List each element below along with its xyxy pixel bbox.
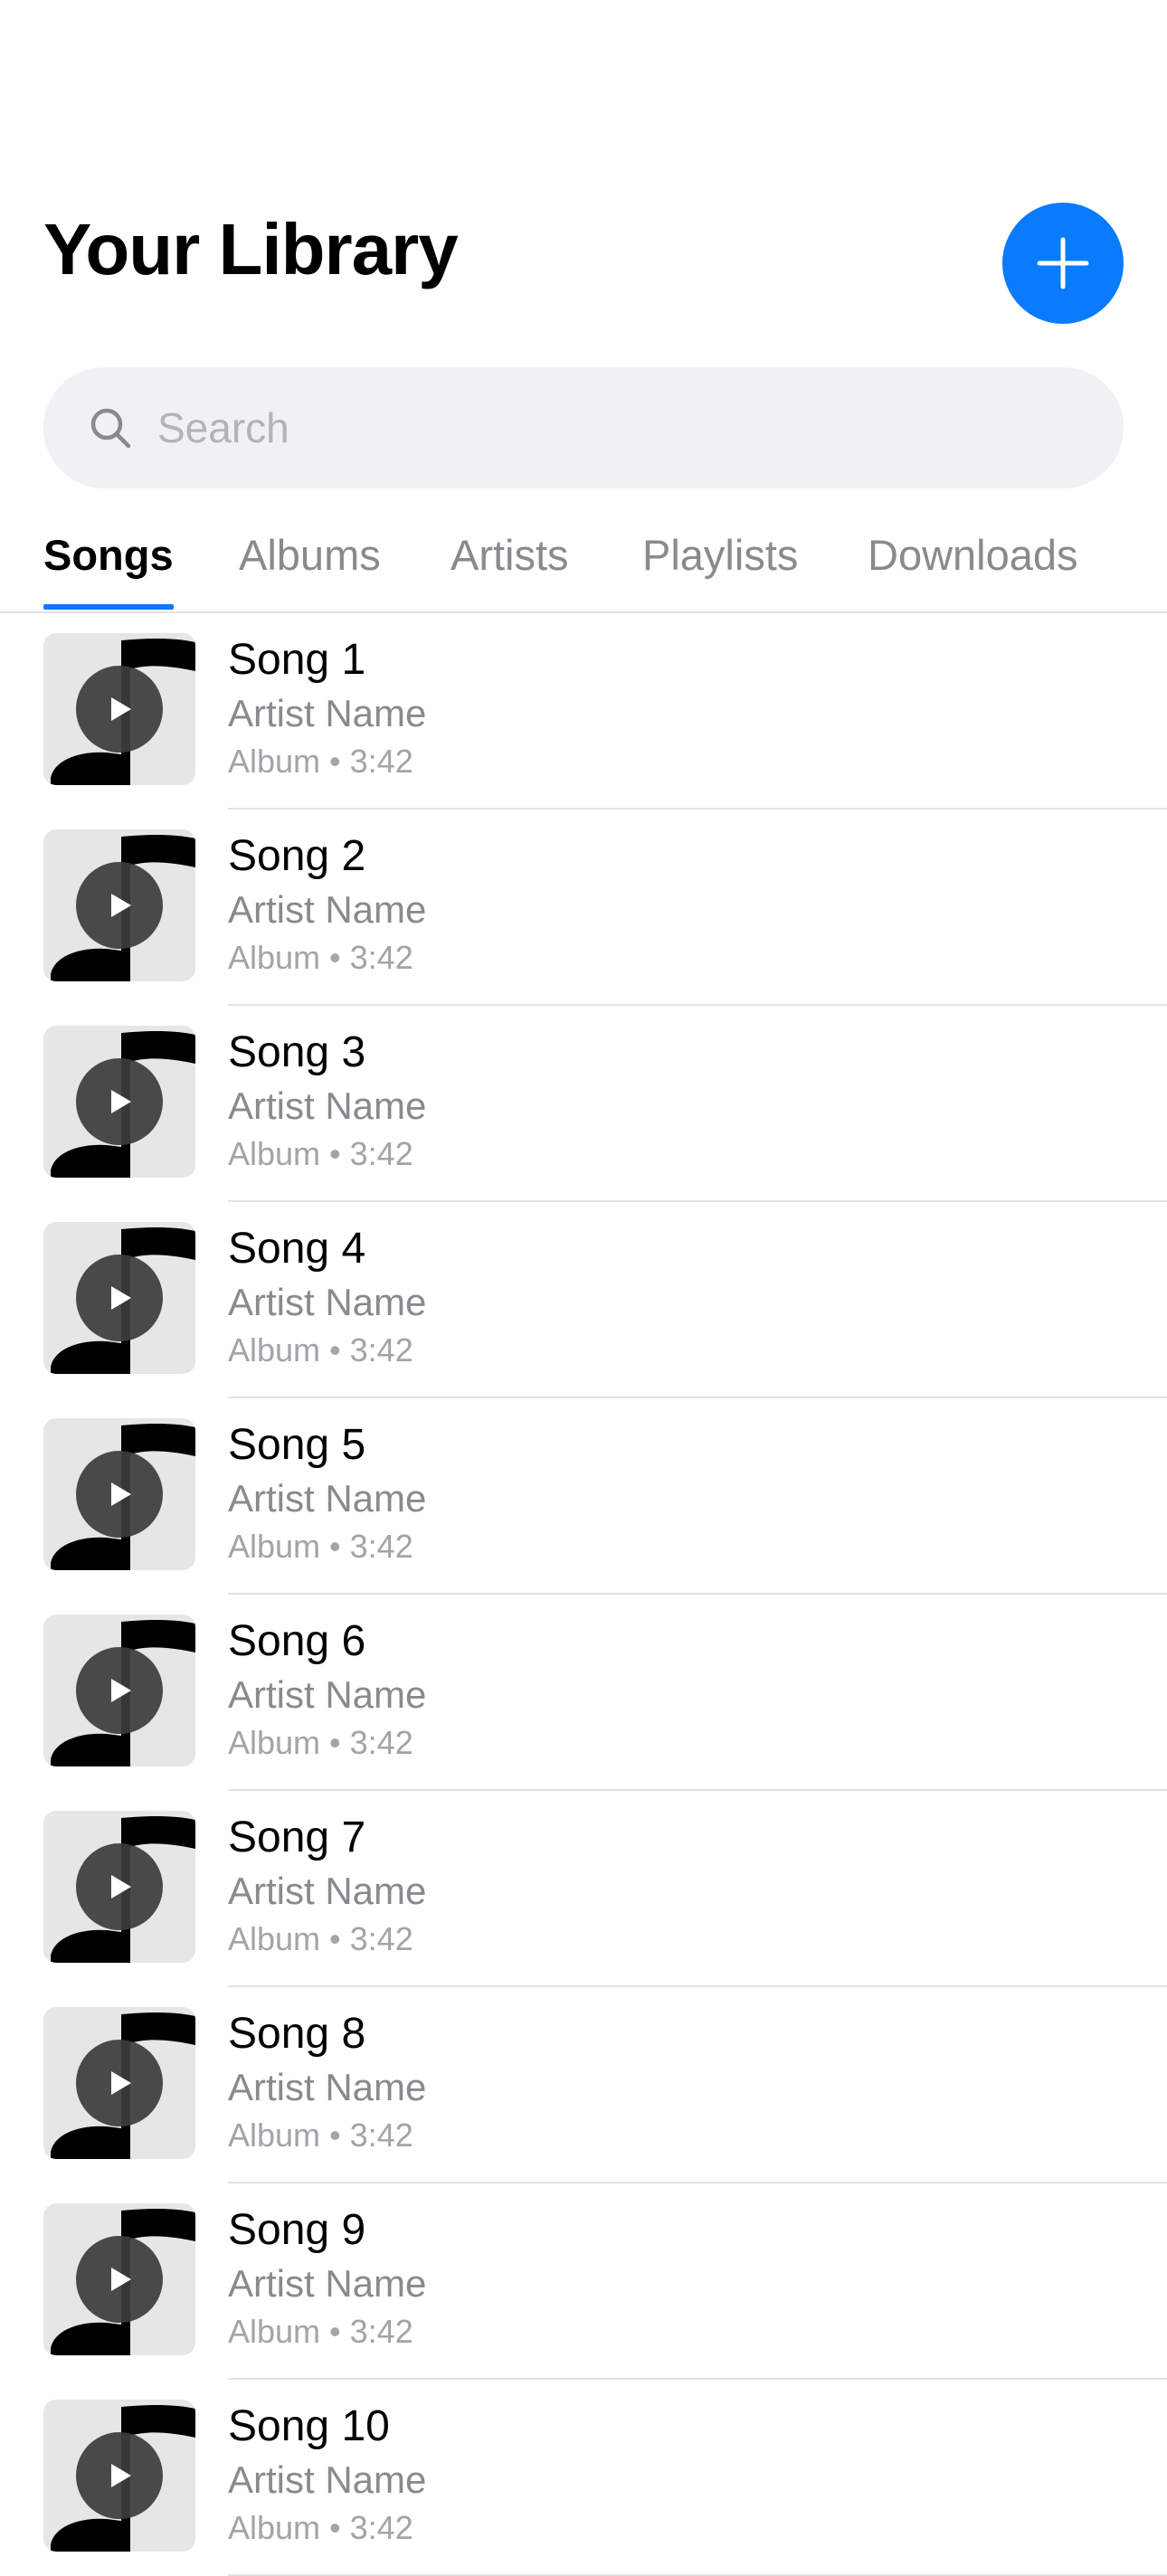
- song-title: Song 7: [228, 1814, 366, 1861]
- play-icon: [111, 1482, 131, 1506]
- song-title: Song 9: [228, 2206, 366, 2254]
- song-row[interactable]: Song 10 Artist Name Album • 3:42: [0, 2380, 1167, 2576]
- play-icon: [111, 894, 131, 917]
- play-icon: [111, 1875, 131, 1899]
- song-row[interactable]: Song 3 Artist Name Album • 3:42: [0, 1006, 1167, 1202]
- active-tab-indicator: [43, 604, 174, 610]
- song-meta: Album • 3:42: [228, 2313, 413, 2350]
- song-title: Song 5: [228, 1421, 366, 1469]
- song-artist: Artist Name: [228, 1281, 427, 1323]
- song-row[interactable]: Song 9 Artist Name Album • 3:42: [0, 2183, 1167, 2380]
- library-header: Your Library: [0, 0, 1167, 362]
- album-artwork: [43, 1418, 195, 1570]
- song-artist: Artist Name: [228, 2262, 427, 2305]
- song-meta: Album • 3:42: [228, 1920, 413, 1957]
- song-row[interactable]: Song 2 Artist Name Album • 3:42: [0, 810, 1167, 1006]
- song-title: Song 4: [228, 1225, 366, 1273]
- library-tabs: Songs Albums Artists Playlists Downloads: [0, 528, 1167, 613]
- album-artwork: [43, 1811, 195, 1963]
- play-icon: [111, 697, 131, 721]
- album-artwork: [43, 1026, 195, 1178]
- song-meta: Album • 3:42: [228, 1331, 413, 1368]
- song-meta: Album • 3:42: [228, 1135, 413, 1172]
- play-icon: [111, 2464, 131, 2487]
- song-artist: Artist Name: [228, 1870, 427, 1912]
- song-meta: Album • 3:42: [228, 1724, 413, 1761]
- plus-icon: [1037, 237, 1089, 289]
- play-button[interactable]: [76, 666, 163, 753]
- search-input[interactable]: [157, 403, 1062, 452]
- album-artwork: [43, 1222, 195, 1374]
- song-title: Song 8: [228, 2010, 366, 2058]
- song-meta: Album • 3:42: [228, 2509, 413, 2546]
- song-artist: Artist Name: [228, 2066, 427, 2108]
- play-button[interactable]: [76, 2040, 163, 2126]
- tab-songs[interactable]: Songs: [43, 528, 174, 611]
- play-button[interactable]: [76, 1255, 163, 1341]
- tab-playlists[interactable]: Playlists: [642, 528, 798, 611]
- song-row[interactable]: Song 6 Artist Name Album • 3:42: [0, 1595, 1167, 1791]
- tab-artists[interactable]: Artists: [451, 528, 569, 611]
- album-artwork: [43, 829, 195, 981]
- song-row[interactable]: Song 8 Artist Name Album • 3:42: [0, 1987, 1167, 2183]
- song-list: Song 1 Artist Name Album • 3:42 Song 2 A…: [0, 613, 1167, 2576]
- song-title: Song 10: [228, 2402, 390, 2450]
- play-icon: [111, 1679, 131, 1702]
- play-button[interactable]: [76, 1058, 163, 1145]
- album-artwork: [43, 1615, 195, 1766]
- play-icon: [111, 1286, 131, 1310]
- tab-albums[interactable]: Albums: [239, 528, 381, 611]
- song-title: Song 2: [228, 832, 366, 880]
- play-button[interactable]: [76, 1843, 163, 1930]
- song-meta: Album • 3:42: [228, 939, 413, 976]
- tab-downloads[interactable]: Downloads: [868, 528, 1078, 611]
- play-icon: [111, 1090, 131, 1113]
- song-artist: Artist Name: [228, 1477, 427, 1520]
- play-icon: [111, 2071, 131, 2095]
- play-button[interactable]: [76, 2432, 163, 2519]
- song-title: Song 6: [228, 1617, 366, 1665]
- song-artist: Artist Name: [228, 1673, 427, 1716]
- search-icon: [89, 406, 132, 450]
- song-row[interactable]: Song 4 Artist Name Album • 3:42: [0, 1202, 1167, 1398]
- album-artwork: [43, 633, 195, 785]
- play-button[interactable]: [76, 1451, 163, 1538]
- song-artist: Artist Name: [228, 888, 427, 931]
- song-row[interactable]: Song 7 Artist Name Album • 3:42: [0, 1791, 1167, 1987]
- song-meta: Album • 3:42: [228, 743, 413, 780]
- album-artwork: [43, 2007, 195, 2159]
- play-button[interactable]: [76, 1647, 163, 1734]
- search-bar[interactable]: [43, 367, 1124, 488]
- add-button[interactable]: [1002, 203, 1124, 324]
- song-meta: Album • 3:42: [228, 1528, 413, 1565]
- song-title: Song 3: [228, 1028, 366, 1076]
- song-artist: Artist Name: [228, 692, 427, 734]
- song-row[interactable]: Song 5 Artist Name Album • 3:42: [0, 1398, 1167, 1595]
- song-row[interactable]: Song 1 Artist Name Album • 3:42: [0, 613, 1167, 810]
- album-artwork: [43, 2203, 195, 2355]
- song-meta: Album • 3:42: [228, 2117, 413, 2154]
- song-title: Song 1: [228, 636, 366, 684]
- song-artist: Artist Name: [228, 1084, 427, 1127]
- page-title: Your Library: [43, 209, 459, 289]
- play-button[interactable]: [76, 862, 163, 949]
- play-button[interactable]: [76, 2236, 163, 2323]
- play-icon: [111, 2268, 131, 2291]
- song-artist: Artist Name: [228, 2458, 427, 2501]
